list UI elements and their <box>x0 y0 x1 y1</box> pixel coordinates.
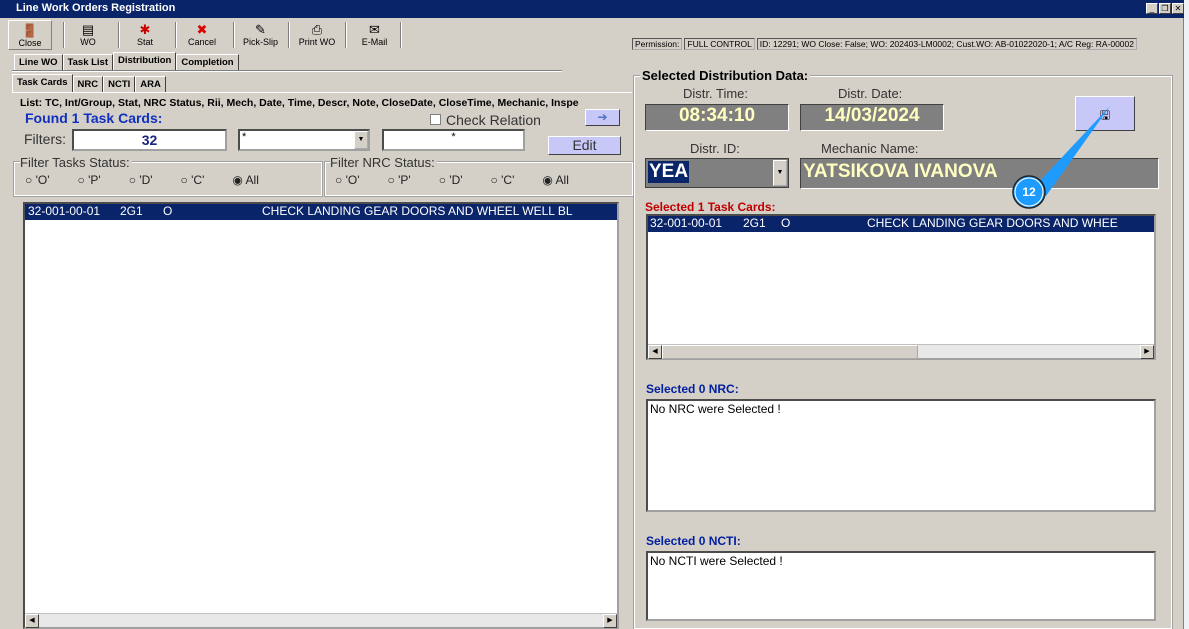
annotation-pointer <box>1012 106 1110 209</box>
annotation-callout <box>1037 106 1110 196</box>
annotation-number: 12 <box>1022 185 1036 199</box>
